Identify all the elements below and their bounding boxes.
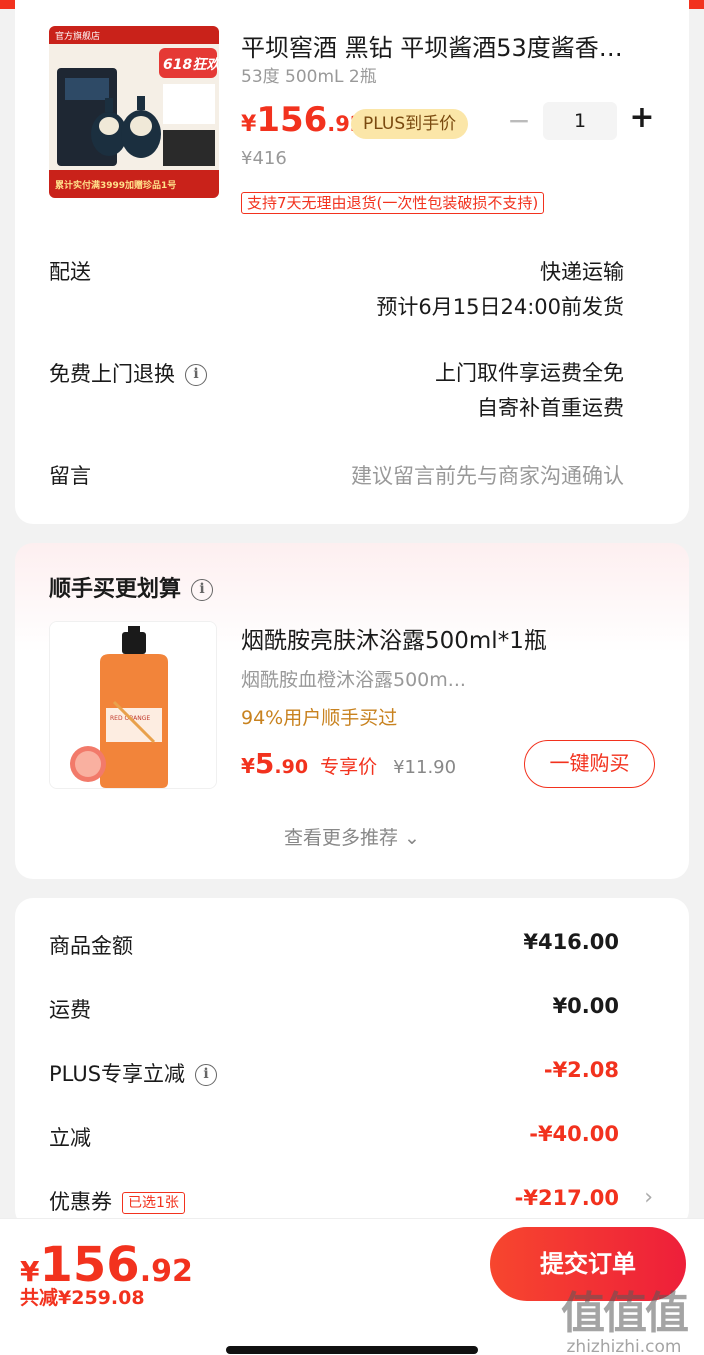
total-decimal: .92 [139, 1254, 193, 1289]
increase-quantity-button[interactable]: + [629, 100, 655, 135]
chevron-right-icon[interactable]: › [644, 1185, 653, 1210]
info-icon[interactable]: i [185, 364, 207, 386]
goods-amount-label: 商品金额 [49, 934, 133, 958]
more-recommendations-link[interactable]: 查看更多推荐 ⌄ [15, 823, 689, 850]
home-indicator[interactable] [226, 1346, 478, 1354]
one-click-buy-button[interactable]: 一键购买 [524, 740, 655, 788]
recommend-product-name[interactable]: 烟酰胺亮肤沐浴露500ml*1瓶 [241, 621, 547, 655]
body-wash-bottle-illustration: RED ORANGE [50, 622, 216, 788]
store-label: 官方旗舰店 [55, 30, 100, 42]
checkout-bar: ¥ 156 .92 共减¥259.08 提交订单 值值值 zhizhizhi.c… [0, 1218, 704, 1355]
info-icon[interactable]: i [195, 1064, 218, 1086]
recommend-title: 顺手买更划算 [49, 577, 182, 602]
delivery-label: 配送 [49, 260, 91, 284]
price-integer: 156 [256, 100, 328, 140]
price-currency: ¥ [241, 112, 257, 137]
recommend-title-row: 顺手买更划算 i [49, 571, 214, 603]
instant-discount-value: -¥40.00 [529, 1122, 619, 1146]
product-image[interactable]: 官方旗舰店 618狂欢 累计实付满3999加赠珍品1号 [49, 26, 219, 198]
price-decimal: .90 [274, 756, 309, 778]
recommend-card: 顺手买更划算 i RED ORANGE 烟酰胺亮肤沐浴露500ml*1瓶 烟酰胺血… [15, 543, 689, 879]
price-summary-card: 商品金额 ¥416.00 运费 ¥0.00 PLUS专享立减 i -¥2.08 立… [15, 898, 689, 1228]
exclusive-price-tag: 专享价 [320, 756, 378, 778]
goods-amount-value: ¥416.00 [523, 930, 619, 954]
recommend-original-price: ¥11.90 [393, 757, 457, 778]
plus-price-badge: PLUS到手价 [351, 109, 469, 139]
coupon-label: 优惠券 [49, 1190, 112, 1214]
shipping-fee-label: 运费 [49, 998, 91, 1022]
recommend-popularity: 94%用户顺手买过 [241, 707, 398, 729]
coupon-value[interactable]: -¥217.00 [515, 1186, 619, 1210]
price-integer: 5 [254, 747, 275, 780]
instant-discount-label: 立减 [49, 1126, 91, 1150]
info-icon[interactable]: i [191, 579, 214, 601]
free-return-label-row: 免费上门退换 i [49, 358, 207, 388]
delivery-method[interactable]: 快递运输 [540, 256, 624, 286]
free-return-label: 免费上门退换 [49, 362, 175, 386]
recommend-product-image[interactable]: RED ORANGE [49, 621, 217, 789]
recommend-product-variant: 烟酰胺血橙沐浴露500m... [241, 669, 466, 691]
coupon-selected-tag: 已选1张 [122, 1192, 185, 1214]
plus-discount-label: PLUS专享立减 [49, 1062, 186, 1086]
product-price: ¥ 156 .92 [241, 100, 365, 140]
original-price: ¥416 [241, 148, 287, 169]
product-title[interactable]: 平坝窖酒 黑钻 平坝酱酒53度酱香… [241, 28, 651, 63]
watermark-url: zhizhizhi.com [566, 1337, 682, 1355]
liquor-box-illustration: 官方旗舰店 618狂欢 累计实付满3999加赠珍品1号 [49, 26, 219, 198]
return-policy-tag: 支持7天无理由退货(一次性包装破损不支持) [241, 192, 545, 214]
watermark-text: 值值值 [561, 1288, 689, 1339]
decrease-quantity-button[interactable]: − [507, 104, 531, 137]
order-item-card: 官方旗舰店 618狂欢 累计实付满3999加赠珍品1号 平坝窖酒 黑钻 平坝酱酒… [15, 0, 689, 524]
quantity-field[interactable]: 1 [543, 102, 617, 140]
delivery-eta: 预计6月15日24:00前发货 [376, 295, 624, 319]
shipping-fee-value: ¥0.00 [552, 994, 619, 1018]
free-return-line2: 自寄补首重运费 [477, 396, 624, 420]
product-spec: 53度 500mL 2瓶 [241, 67, 377, 87]
free-return-line1: 上门取件享运费全免 [435, 361, 624, 385]
promo-banner: 累计实付满3999加赠珍品1号 [55, 179, 176, 191]
recommend-price: ¥ 5 .90 专享价 ¥11.90 [241, 747, 456, 780]
message-input[interactable]: 建议留言前先与商家沟通确认 [351, 460, 624, 490]
promo-label: 618狂欢 [163, 56, 219, 73]
message-label: 留言 [49, 464, 91, 488]
total-savings: 共减¥259.08 [20, 1287, 145, 1309]
plus-discount-row: PLUS专享立减 i [49, 1058, 218, 1088]
watermark-logo: 值值值 zhizhizhi.com [548, 1277, 700, 1355]
coupon-row[interactable]: 优惠券 已选1张 [49, 1186, 185, 1216]
plus-discount-value: -¥2.08 [543, 1058, 619, 1082]
price-currency: ¥ [241, 754, 255, 778]
